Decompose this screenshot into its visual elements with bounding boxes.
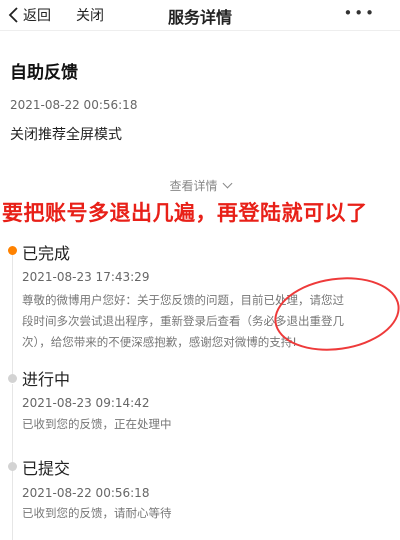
chevron-down-icon <box>222 178 232 189</box>
timeline-line <box>12 384 13 466</box>
overlay-annotation-text: 要把账号多退出几遍，再登陆就可以了 <box>2 201 368 225</box>
timeline-dot-completed <box>8 246 17 255</box>
nav-divider <box>0 30 400 31</box>
timeline-line <box>12 254 13 380</box>
feedback-title: 自助反馈 <box>10 63 78 83</box>
timeline-dot-in-progress <box>8 374 17 383</box>
timeline-desc-in-progress: 已收到您的反馈，正在处理中 <box>22 414 384 435</box>
page-title: 服务详情 <box>167 8 232 27</box>
more-icon[interactable]: ••• <box>343 4 376 22</box>
timeline-time-in-progress: 2021-08-23 09:14:42 <box>22 396 150 410</box>
feedback-time: 2021-08-22 00:56:18 <box>10 98 138 112</box>
timeline-status-in-progress: 进行中 <box>22 370 71 389</box>
view-details-toggle[interactable]: 查看详情 <box>0 177 400 194</box>
timeline-time-completed: 2021-08-23 17:43:29 <box>22 270 150 284</box>
timeline-line <box>12 470 13 540</box>
timeline-desc-line: 已收到您的反馈，正在处理中 <box>22 417 172 431</box>
feedback-content: 关闭推荐全屏模式 <box>10 127 122 143</box>
view-details-label: 查看详情 <box>169 179 218 193</box>
timeline-dot-submitted <box>8 462 17 471</box>
timeline-status-completed: 已完成 <box>22 244 71 263</box>
timeline-desc-line: 已收到您的反馈，请耐心等待 <box>22 506 172 520</box>
timeline-time-submitted: 2021-08-22 00:56:18 <box>22 486 150 500</box>
nav-bar: 返回 关闭 服务详情 ••• <box>0 0 400 30</box>
timeline-status-submitted: 已提交 <box>22 459 71 478</box>
timeline-desc-submitted: 已收到您的反馈，请耐心等待 <box>22 503 384 524</box>
